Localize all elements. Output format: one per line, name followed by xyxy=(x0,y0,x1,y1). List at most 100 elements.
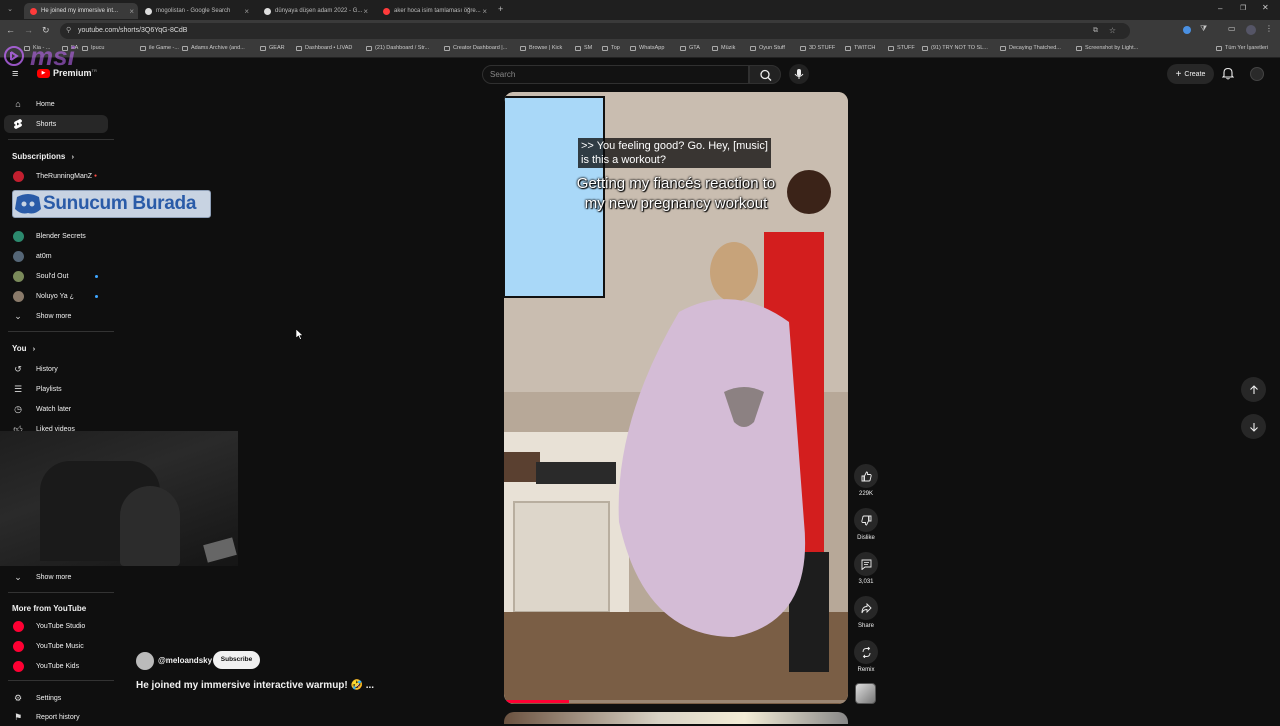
thumbs-up-icon xyxy=(861,471,872,481)
next-short-button[interactable] xyxy=(1241,414,1266,439)
you-heading[interactable]: You › xyxy=(12,344,35,353)
tab-close-icon[interactable]: × xyxy=(482,7,487,16)
channel-avatar[interactable] xyxy=(136,652,154,670)
bookmark-item[interactable]: Creator Dashboard |... xyxy=(444,45,507,51)
video-progress-track[interactable] xyxy=(504,700,848,703)
sidebar-item-history[interactable]: ↺ History xyxy=(0,360,116,378)
previous-short-button[interactable] xyxy=(1241,377,1266,402)
sidebar-show-more[interactable]: ⌄ Show more xyxy=(0,307,116,325)
sidebar-item-youtube-kids[interactable]: YouTube Kids xyxy=(0,657,116,675)
remix-button[interactable] xyxy=(854,640,878,664)
bookmark-item[interactable]: Decaying Thatched... xyxy=(1000,45,1061,51)
short-title[interactable]: He joined my immersive interactive warmu… xyxy=(136,680,374,691)
bookmark-item[interactable]: GEAR xyxy=(260,45,285,51)
bookmark-item[interactable]: (91) TRY NOT TO SL... xyxy=(922,45,988,51)
sound-thumbnail[interactable] xyxy=(855,683,876,704)
maximize-icon[interactable]: ❐ xyxy=(1240,4,1246,12)
sidebar-sub-at0m[interactable]: at0m xyxy=(0,247,116,265)
back-icon[interactable]: ← xyxy=(6,25,15,35)
bookmark-item[interactable]: Oyun Stuff xyxy=(750,45,785,51)
subscribe-button[interactable]: Subscribe xyxy=(213,651,260,669)
create-button[interactable]: + Create xyxy=(1167,64,1214,84)
bookmark-item[interactable]: WhatsApp xyxy=(630,45,664,51)
share-action[interactable]: Share xyxy=(853,596,879,629)
install-icon[interactable]: ⧉ xyxy=(1093,23,1098,39)
reload-icon[interactable]: ↻ xyxy=(42,25,50,36)
sidebar-sub-blender-secrets[interactable]: Blender Secrets xyxy=(0,227,116,245)
short-video-player[interactable]: >> You feeling good? Go. Hey, [music] is… xyxy=(504,92,848,704)
sidebar-item-home[interactable]: ⌂ Home xyxy=(0,95,116,113)
bookmark-item[interactable]: 3D STUFF xyxy=(800,45,835,51)
extension-icon[interactable] xyxy=(1183,26,1191,34)
bookmark-item[interactable]: Screenshot by Light... xyxy=(1076,45,1138,51)
close-window-icon[interactable]: ✕ xyxy=(1262,3,1269,12)
bookmark-item[interactable]: Top xyxy=(602,45,620,51)
chevron-down-icon: ⌄ xyxy=(14,310,22,321)
notifications-bell-icon[interactable] xyxy=(1221,67,1235,85)
bookmark-item[interactable]: GTA xyxy=(680,45,700,51)
bookmark-item[interactable]: STUFF xyxy=(888,45,915,51)
sidebar-item-playlists[interactable]: ☰ Playlists xyxy=(0,380,116,398)
tab-search-icon[interactable]: ⌄ xyxy=(4,4,16,16)
voice-search-button[interactable] xyxy=(789,64,809,84)
subscriptions-heading[interactable]: Subscriptions › xyxy=(12,152,74,161)
search-input[interactable]: Search xyxy=(482,65,749,84)
sidebar-toggle-icon[interactable]: ▭ xyxy=(1228,24,1236,33)
browser-tab[interactable]: mogolistan - Google Search × xyxy=(139,3,253,19)
bookmark-label: Decaying Thatched... xyxy=(1009,45,1061,51)
sidebar-show-more-2[interactable]: ⌄ Show more xyxy=(0,568,116,586)
share-button[interactable] xyxy=(854,596,878,620)
youtube-studio-icon xyxy=(12,620,24,632)
bookmark-item[interactable]: (21) Dashboard / Str... xyxy=(366,45,429,51)
like-action[interactable]: 229K xyxy=(853,464,879,497)
browser-tab-bar: ⌄ He joined my immersive int... × mogolist… xyxy=(0,0,1280,20)
sidebar-item-shorts[interactable]: Shorts xyxy=(4,115,108,133)
site-info-icon[interactable]: ⚲ xyxy=(66,23,71,39)
forward-icon[interactable]: → xyxy=(24,25,33,35)
next-short-preview[interactable] xyxy=(504,712,848,724)
bookmark-item[interactable]: Müzik xyxy=(712,45,735,51)
bookmark-item[interactable]: SM xyxy=(575,45,592,51)
tab-favicon xyxy=(264,7,271,15)
bookmark-label: Creator Dashboard |... xyxy=(453,45,508,51)
bookmark-item[interactable]: TWITCH xyxy=(845,45,875,51)
new-tab-button[interactable]: + xyxy=(498,4,503,14)
browser-tab[interactable]: dünyaya düşen adam 2022 - G... × xyxy=(258,3,372,19)
dislike-action[interactable]: Dislike xyxy=(853,508,879,541)
bookmark-item[interactable]: Dashboard • LIVAD xyxy=(296,45,352,51)
tab-close-icon[interactable]: × xyxy=(363,7,368,16)
folder-icon xyxy=(1000,45,1006,51)
profile-avatar[interactable] xyxy=(1246,25,1256,35)
sidebar-item-settings[interactable]: ⚙ Settings xyxy=(0,689,116,707)
sidebar-item-youtube-music[interactable]: YouTube Music xyxy=(0,637,116,655)
account-avatar[interactable] xyxy=(1250,67,1264,81)
tab-close-icon[interactable]: × xyxy=(244,7,249,16)
sidebar-sub-therunningmanz[interactable]: TheRunningManZ ● xyxy=(0,167,116,185)
browser-menu-icon[interactable]: ⋮ xyxy=(1265,24,1273,33)
browser-tab[interactable]: He joined my immersive int... × xyxy=(24,3,138,19)
like-button[interactable] xyxy=(854,464,878,488)
sidebar-sub-sould-out[interactable]: Soul'd Out xyxy=(0,267,116,285)
comments-action[interactable]: 3,031 xyxy=(853,552,879,585)
sidebar-sub-noluyo-ya[interactable]: Noluyo Ya ¿ xyxy=(0,287,116,305)
bookmark-star-icon[interactable]: ☆ xyxy=(1109,23,1116,39)
sidebar-item-youtube-studio[interactable]: YouTube Studio xyxy=(0,617,116,635)
bookmark-item[interactable]: Tüm Yer İşaretleri xyxy=(1216,45,1268,51)
sidebar-item-report-history[interactable]: ⚑ Report history xyxy=(0,708,116,726)
address-bar[interactable]: ⚲ youtube.com/shorts/3Q6YqG-8CdB ⧉ ☆ xyxy=(60,23,1130,39)
sidebar-item-label: Settings xyxy=(36,694,62,702)
search-button[interactable] xyxy=(749,65,781,84)
minimize-icon[interactable]: – xyxy=(1218,4,1222,13)
bookmark-item[interactable]: Adams Archive (and... xyxy=(182,45,245,51)
comments-button[interactable] xyxy=(854,552,878,576)
tab-close-icon[interactable]: × xyxy=(129,7,134,16)
extensions-puzzle-icon[interactable]: ⧩ xyxy=(1200,24,1207,34)
remix-action[interactable]: Remix xyxy=(853,640,879,673)
bookmark-item[interactable]: Browse | Kick xyxy=(520,45,562,51)
sidebar-item-watch-later[interactable]: ◷ Watch later xyxy=(0,400,116,418)
youtube-music-icon xyxy=(12,640,24,652)
browser-tab[interactable]: aker hoca isim tamlaması öğre... × xyxy=(377,3,491,19)
folder-icon xyxy=(712,45,718,51)
dislike-button[interactable] xyxy=(854,508,878,532)
channel-handle[interactable]: @meloandsky xyxy=(158,656,212,665)
